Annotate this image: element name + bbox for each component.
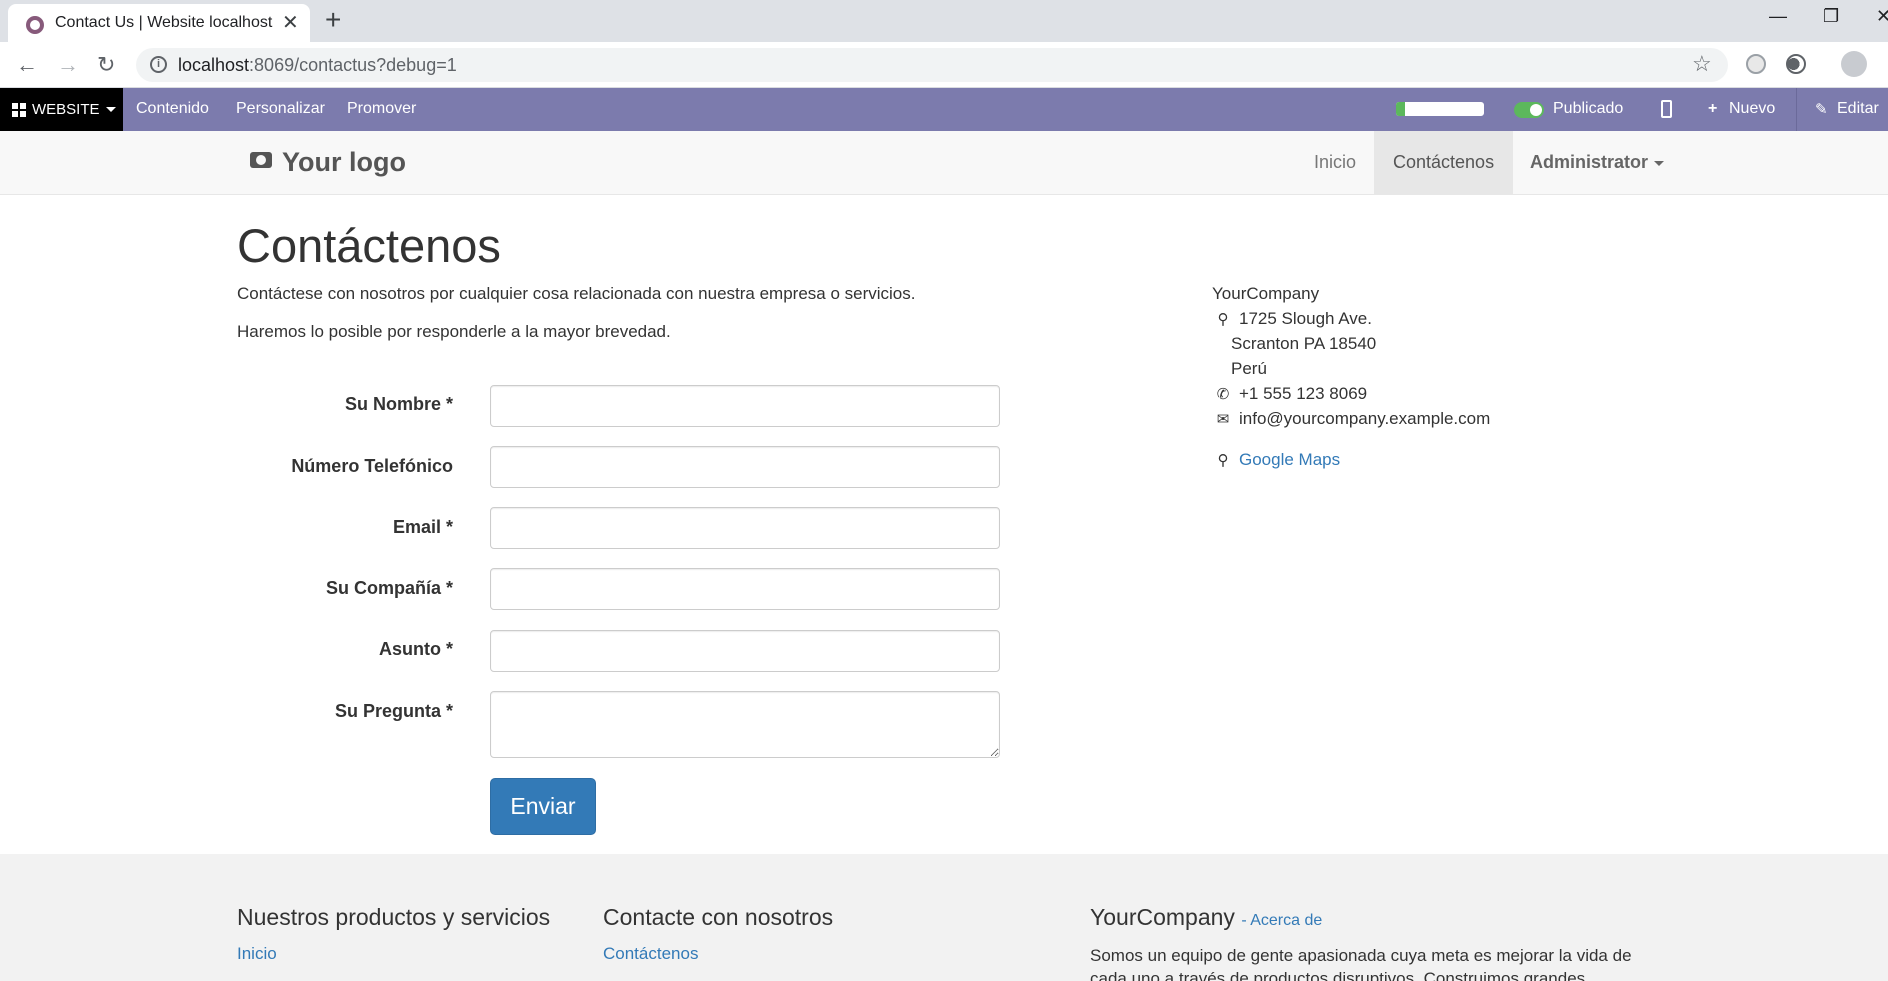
address-street: 1725 Slough Ave. — [1239, 309, 1372, 328]
apps-grid-icon — [12, 102, 26, 117]
pencil-icon: ✎ — [1815, 101, 1828, 118]
phone-input[interactable] — [490, 446, 1000, 488]
address-country: Perú — [1231, 359, 1267, 378]
address-email-row: ✉ info@yourcompany.example.com — [1212, 409, 1491, 429]
tab-title: Contact Us | Website localhost — [55, 14, 273, 31]
map-marker-icon: ⚲ — [1217, 311, 1229, 328]
browser-tabstrip: Contact Us | Website localhost ✕ + — ❐ ✕ — [0, 0, 1888, 42]
close-window-icon[interactable]: ✕ — [1876, 6, 1888, 27]
minimize-icon[interactable]: — — [1769, 6, 1787, 27]
nav-contactenos[interactable]: Contáctenos — [1374, 131, 1514, 194]
footer-contact-title: Contacte con nosotros — [603, 904, 834, 930]
website-label: WEBSITE — [32, 101, 100, 118]
company-input[interactable] — [490, 568, 1000, 610]
address-map-row: ⚲ Google Maps — [1212, 450, 1341, 470]
label-name: Su Nombre * — [344, 394, 453, 414]
site-logo[interactable]: Your logo — [250, 147, 406, 178]
label-phone: Número Telefónico — [291, 456, 453, 476]
menu-promover[interactable]: Promover — [347, 100, 416, 118]
page-title: Contáctenos — [237, 219, 501, 272]
question-textarea[interactable] — [490, 691, 1000, 758]
subject-input[interactable] — [490, 630, 1000, 672]
seo-score-bar — [1396, 102, 1484, 116]
edit-label: Editar — [1837, 100, 1879, 117]
site-footer: Nuestros productos y servicios Inicio Co… — [0, 854, 1888, 981]
published-label[interactable]: Publicado — [1553, 100, 1623, 118]
lead-text-2: Haremos lo posible por responderle a la … — [237, 322, 671, 341]
submit-button[interactable]: Enviar — [490, 778, 596, 835]
name-input[interactable] — [490, 385, 1000, 427]
url-text[interactable]: localhost:8069/contactus?debug=1 — [178, 55, 457, 76]
menu-personalizar[interactable]: Personalizar — [236, 100, 325, 118]
menu-contenido[interactable]: Contenido — [136, 100, 209, 118]
publish-toggle[interactable] — [1514, 102, 1544, 118]
address-company: YourCompany — [1212, 284, 1320, 303]
mobile-preview-icon[interactable] — [1661, 100, 1672, 118]
forward-icon[interactable]: → — [57, 52, 79, 78]
plus-icon[interactable]: + — [1708, 100, 1717, 118]
phone-icon: ✆ — [1216, 386, 1230, 403]
envelope-icon: ✉ — [1216, 411, 1230, 428]
footer-products-title: Nuestros productos y servicios — [237, 904, 551, 930]
camera-icon — [250, 151, 272, 168]
logo-text: Your logo — [282, 147, 406, 177]
browser-tab[interactable]: Contact Us | Website localhost ✕ — [8, 4, 310, 42]
website-menu-button[interactable]: WEBSITE — [0, 88, 123, 131]
bookmark-star-icon[interactable]: ☆ — [1692, 51, 1712, 77]
extension-icon[interactable] — [1746, 54, 1766, 74]
address-bar[interactable]: i localhost:8069/contactus?debug=1 ☆ — [136, 48, 1728, 82]
address-street-row: ⚲ 1725 Slough Ave. — [1212, 309, 1372, 329]
label-question: Su Pregunta * — [334, 701, 453, 721]
new-tab-icon[interactable]: + — [325, 4, 341, 36]
address-phone: +1 555 123 8069 — [1239, 384, 1368, 403]
tab-close-icon[interactable]: ✕ — [282, 10, 299, 35]
back-icon[interactable]: ← — [16, 52, 38, 78]
caret-down-icon — [105, 107, 116, 112]
extension-2-icon[interactable] — [1786, 54, 1806, 74]
seo-score-fill — [1396, 102, 1405, 116]
odoo-favicon-icon — [26, 16, 44, 34]
edit-button[interactable]: ✎ Editar — [1796, 88, 1888, 131]
label-company: Su Compañía * — [325, 578, 453, 598]
new-button[interactable]: Nuevo — [1729, 100, 1775, 118]
reload-icon[interactable]: ↻ — [97, 52, 115, 78]
map-marker-icon: ⚲ — [1217, 452, 1229, 469]
info-icon[interactable]: i — [150, 56, 167, 73]
profile-avatar-icon[interactable] — [1841, 51, 1867, 77]
label-subject: Asunto * — [379, 639, 453, 659]
footer-about-link[interactable]: - Acerca de — [1241, 912, 1322, 929]
caret-down-icon — [1654, 160, 1665, 166]
address-city: Scranton PA 18540 — [1231, 334, 1377, 353]
browser-toolbar: ← → ↻ i localhost:8069/contactus?debug=1… — [0, 42, 1888, 88]
footer-company-title: YourCompany - Acerca de — [1090, 904, 1323, 930]
email-input[interactable] — [490, 507, 1000, 549]
label-email: Email * — [392, 517, 453, 537]
footer-link-inicio[interactable]: Inicio — [237, 944, 277, 964]
website-editor-bar: WEBSITE Contenido Personalizar Promover … — [0, 88, 1888, 131]
footer-link-contactenos[interactable]: Contáctenos — [603, 944, 698, 964]
nav-administrator[interactable]: Administrator — [1511, 131, 1683, 194]
restore-icon[interactable]: ❐ — [1823, 6, 1839, 27]
nav-inicio[interactable]: Inicio — [1295, 131, 1375, 194]
footer-company-text: Somos un equipo de gente apasionada cuya… — [1090, 946, 1632, 981]
google-maps-link[interactable]: Google Maps — [1239, 450, 1340, 469]
address-phone-row: ✆ +1 555 123 8069 — [1212, 384, 1367, 404]
address-email[interactable]: info@yourcompany.example.com — [1239, 409, 1490, 428]
site-header: Your logo Inicio Contáctenos Administrat… — [0, 131, 1888, 195]
lead-text-1: Contáctese con nosotros por cualquier co… — [237, 284, 916, 303]
